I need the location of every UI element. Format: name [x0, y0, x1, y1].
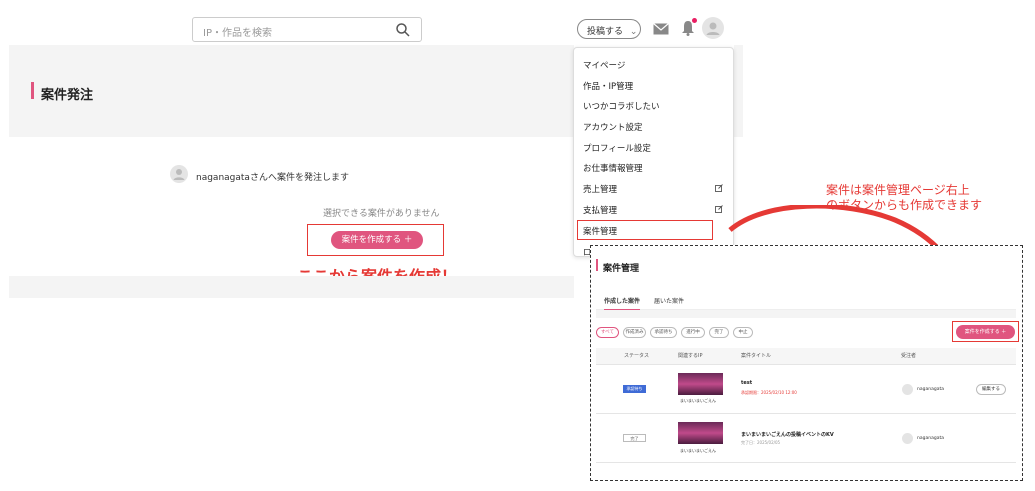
- ip-thumbnail: [678, 422, 723, 444]
- inset-gray-band: [596, 310, 1016, 318]
- external-link-icon: [715, 205, 723, 213]
- mail-icon[interactable]: [653, 23, 669, 35]
- search-icon[interactable]: [395, 22, 411, 38]
- filter-chip-all[interactable]: すべて: [596, 327, 619, 338]
- search-placeholder: IP・作品を検索: [203, 28, 272, 39]
- menu-item-collab[interactable]: いつかコラボしたい: [583, 100, 660, 112]
- col-ip: 関連するIP: [678, 353, 703, 359]
- edit-button[interactable]: 編集する: [976, 384, 1006, 395]
- tab-received[interactable]: 届いた案件: [654, 296, 684, 305]
- ip-thumbnail: [678, 373, 723, 395]
- menu-item-works-ip[interactable]: 作品・IP管理: [583, 80, 633, 92]
- menu-item-mypage[interactable]: マイページ: [583, 59, 625, 71]
- page-title: 案件発注: [41, 88, 94, 103]
- row-divider: [596, 364, 1016, 365]
- contractor-name: naganagata: [917, 387, 944, 392]
- menu-item-sales[interactable]: 売上管理: [583, 183, 617, 195]
- inset-tabs: 作成した案件 届いた案件: [596, 292, 1016, 311]
- avatar[interactable]: [702, 17, 724, 39]
- title-band-edge: [734, 45, 743, 137]
- contractor-name: naganagata: [917, 436, 944, 441]
- ip-caption: まいまいまいごえん: [680, 398, 716, 403]
- row-divider: [596, 462, 1016, 463]
- col-title: 案件タイトル: [741, 353, 772, 359]
- title-accent-bar: [31, 82, 34, 99]
- contractor-avatar: [902, 384, 913, 395]
- project-completed-date: 完了日：2025/02/05: [741, 440, 781, 445]
- post-button[interactable]: 投稿する ⌄: [577, 19, 641, 39]
- table-header: [596, 348, 1016, 364]
- project-title[interactable]: まいまいまいごえんの投稿イベントのKV: [741, 431, 834, 438]
- inset-title: 案件管理: [603, 264, 640, 274]
- project-deadline: 承認期限：2025/02/10 12:00: [741, 390, 797, 395]
- highlight-box-inset-create: [952, 321, 1019, 342]
- project-title[interactable]: test: [741, 380, 752, 386]
- inset-title-accent: [596, 259, 598, 271]
- callout-side-line1: 案件は案件管理ページ右上: [826, 183, 970, 197]
- recipient-message: naganagataさんへ案件を発注します: [196, 173, 349, 183]
- external-link-icon: [715, 184, 723, 192]
- filter-chip-created[interactable]: 作成済み: [623, 327, 646, 338]
- empty-message: 選択できる案件がありません: [323, 209, 440, 219]
- ip-caption: まいまいまいごえん: [680, 448, 716, 453]
- status-badge: 承認待ち: [623, 385, 646, 393]
- bottom-band: [9, 276, 574, 298]
- recipient-avatar: [170, 165, 188, 183]
- filter-chip-cancelled[interactable]: 中止: [733, 327, 753, 338]
- status-badge: 完了: [623, 434, 646, 442]
- post-button-label: 投稿する: [587, 27, 624, 37]
- search-input[interactable]: IP・作品を検索: [192, 17, 422, 42]
- tab-created[interactable]: 作成した案件: [604, 296, 641, 311]
- contractor-avatar: [902, 433, 913, 444]
- col-status: ステータス: [624, 353, 650, 359]
- menu-item-job-info[interactable]: お仕事情報管理: [583, 162, 643, 174]
- menu-item-profile[interactable]: プロフィール設定: [583, 142, 651, 154]
- highlight-box-create: [307, 224, 444, 256]
- row-divider: [596, 413, 1016, 414]
- title-band: [9, 45, 574, 137]
- col-contractor: 受注者: [901, 353, 917, 359]
- filter-chip-in-progress[interactable]: 進行中: [681, 327, 705, 338]
- chevron-down-icon: ⌄: [629, 27, 638, 37]
- menu-item-payments[interactable]: 支払管理: [583, 204, 617, 216]
- notification-dot: [692, 18, 697, 23]
- highlight-box-menu: [577, 220, 713, 240]
- filter-chip-done[interactable]: 完了: [709, 327, 729, 338]
- menu-item-account[interactable]: アカウント設定: [583, 121, 643, 133]
- filter-chip-pending[interactable]: 承認待ち: [650, 327, 677, 338]
